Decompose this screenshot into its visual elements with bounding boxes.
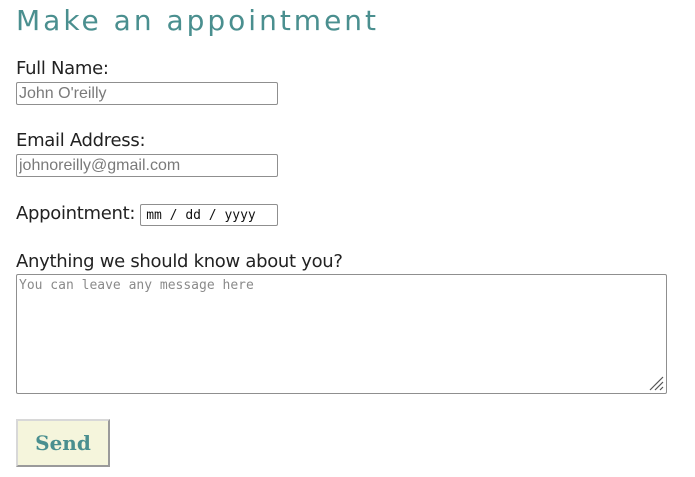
message-wrapper (16, 274, 667, 394)
email-input[interactable] (16, 154, 278, 177)
send-button[interactable]: Send (16, 419, 110, 467)
resize-handle-icon[interactable] (648, 375, 664, 391)
email-label: Email Address: (16, 130, 146, 151)
appointment-label: Appointment: (16, 203, 136, 224)
page-title: Make an appointment (16, 4, 380, 37)
appointment-row: Appointment: mm / dd / yyyy (16, 201, 279, 226)
message-label: Anything we should know about you? (16, 251, 343, 272)
full-name-input[interactable] (16, 82, 278, 105)
message-textarea[interactable] (16, 274, 667, 394)
appointment-date-input[interactable]: mm / dd / yyyy (140, 204, 279, 226)
date-placeholder: mm / dd / yyyy (146, 207, 256, 223)
full-name-label: Full Name: (16, 58, 109, 79)
